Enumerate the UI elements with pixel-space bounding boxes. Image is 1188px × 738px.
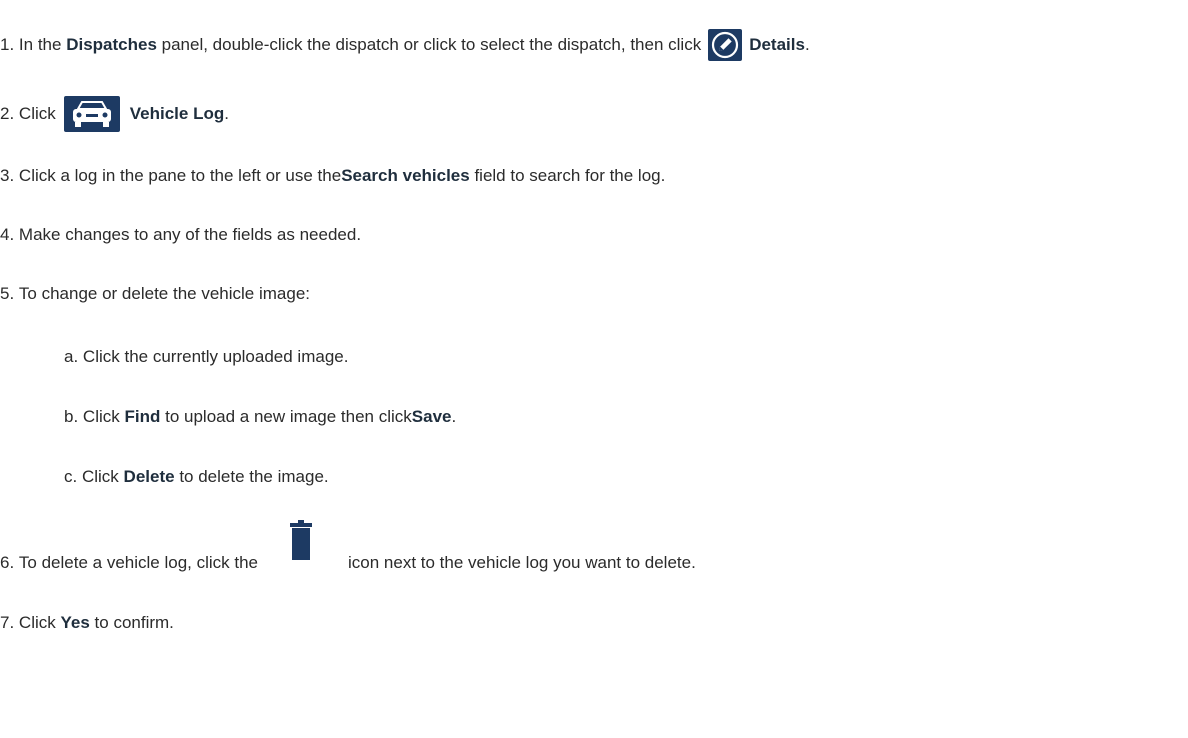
step-bold-delete: Delete (123, 467, 175, 486)
step-5: 5. To change or delete the vehicle image… (0, 283, 310, 305)
step-text: To delete a vehicle log, click the (18, 553, 259, 572)
step-number: 4. (0, 225, 15, 244)
step-text: To change or delete the vehicle image: (18, 284, 310, 303)
step-text: Click (18, 613, 56, 632)
step-number: 1. (0, 35, 15, 54)
step-5b: b. Click Find to upload a new image then… (64, 406, 456, 428)
step-number: 3. (0, 166, 15, 185)
step-text: In the (18, 35, 62, 54)
step-text: . (804, 35, 810, 54)
step-text: field to search for the log. (474, 166, 666, 185)
step-5a: a. Click the currently uploaded image. (64, 346, 348, 368)
step-4: 4. Make changes to any of the fields as … (0, 224, 361, 246)
step-text: Click (81, 467, 119, 486)
step-7: 7. Click Yes to confirm. (0, 612, 174, 634)
step-text: Click (82, 407, 120, 426)
step-3: 3. Click a log in the pane to the left o… (0, 165, 665, 187)
step-text: panel, double-click the dispatch or clic… (161, 35, 702, 54)
pencil-edit-icon (707, 28, 743, 62)
step-1: 1. In the Dispatches panel, double-click… (0, 28, 810, 62)
step-bold-vehicle-log: Vehicle Log (129, 104, 225, 123)
step-number: b. (64, 407, 79, 426)
step-number: 6. (0, 553, 15, 572)
step-text: . (224, 104, 229, 123)
step-bold-save: Save (411, 407, 452, 426)
step-text: Click the currently uploaded image. (82, 347, 349, 366)
step-bold-details: Details (749, 35, 805, 54)
step-bold-search-vehicles: Search vehicles (341, 166, 470, 185)
step-text: . (451, 407, 457, 426)
step-5c: c. Click Delete to delete the image. (64, 466, 329, 488)
step-number: a. (64, 347, 79, 366)
step-text: icon next to the vehicle log you want to… (348, 553, 696, 572)
step-number: 5. (0, 284, 15, 303)
step-text: to upload a new image then click (165, 407, 412, 426)
step-text: Click (18, 104, 56, 123)
step-text: Make changes to any of the fields as nee… (18, 225, 362, 244)
step-text: to confirm. (94, 613, 174, 632)
step-2: 2. Click Vehicle Log . (0, 96, 229, 132)
vehicle-car-icon (63, 96, 120, 132)
step-bold-find: Find (124, 407, 161, 426)
step-text: to delete the image. (179, 467, 329, 486)
step-text: Click a log in the pane to the left or u… (18, 166, 342, 185)
step-6: 6. To delete a vehicle log, click the ic… (0, 520, 696, 574)
step-number: c. (64, 467, 78, 486)
step-number: 2. (0, 104, 15, 123)
step-bold-dispatches: Dispatches (66, 35, 157, 54)
step-bold-yes: Yes (60, 613, 90, 632)
step-number: 7. (0, 613, 15, 632)
trash-delete-icon (288, 520, 314, 560)
